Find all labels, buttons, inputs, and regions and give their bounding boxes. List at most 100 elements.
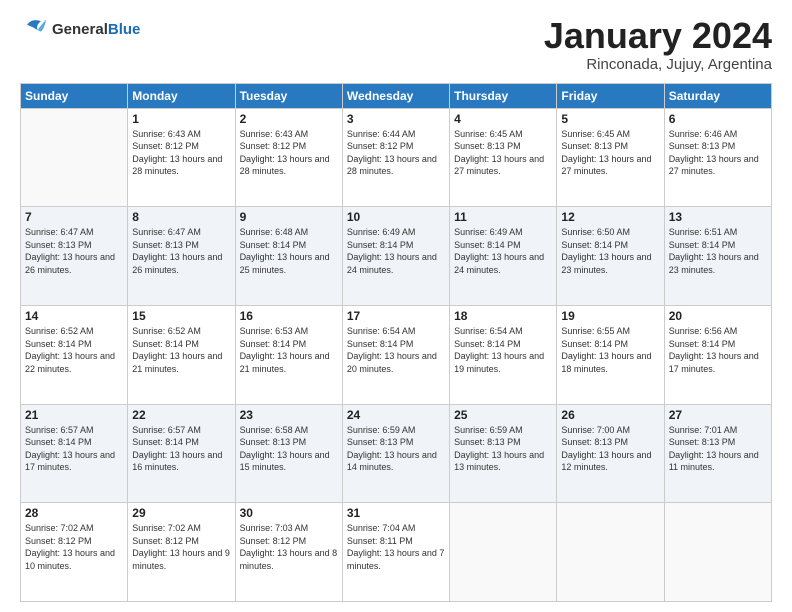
- day-info: Sunrise: 6:51 AM Sunset: 8:14 PM Dayligh…: [669, 226, 767, 276]
- calendar-cell: 10 Sunrise: 6:49 AM Sunset: 8:14 PM Dayli…: [342, 207, 449, 306]
- day-number: 24: [347, 408, 445, 422]
- day-number: 29: [132, 506, 230, 520]
- week-row-1: 1 Sunrise: 6:43 AM Sunset: 8:12 PM Daylig…: [21, 108, 772, 207]
- weekday-header-saturday: Saturday: [664, 83, 771, 108]
- weekday-header-tuesday: Tuesday: [235, 83, 342, 108]
- day-info: Sunrise: 6:52 AM Sunset: 8:14 PM Dayligh…: [25, 325, 123, 375]
- header: GeneralBlue January 2024 Rinconada, Juju…: [20, 16, 772, 73]
- calendar-cell: 2Sunrise: 6:43 AM Sunset: 8:12 PM Daylig…: [235, 108, 342, 207]
- calendar-cell: 14 Sunrise: 6:52 AM Sunset: 8:14 PM Dayli…: [21, 305, 128, 404]
- calendar-cell: 22 Sunrise: 6:57 AM Sunset: 8:14 PM Dayli…: [128, 404, 235, 503]
- calendar-cell: 8 Sunrise: 6:47 AM Sunset: 8:13 PM Daylig…: [128, 207, 235, 306]
- day-info: Sunrise: 6:59 AM Sunset: 8:13 PM Dayligh…: [454, 424, 552, 474]
- day-info: Sunrise: 6:53 AM Sunset: 8:14 PM Dayligh…: [240, 325, 338, 375]
- day-number: 16: [240, 309, 338, 323]
- calendar-cell: 29 Sunrise: 7:02 AM Sunset: 8:12 PM Dayli…: [128, 503, 235, 602]
- day-number: 22: [132, 408, 230, 422]
- calendar-cell: 20Sunrise: 6:56 AM Sunset: 8:14 PM Dayli…: [664, 305, 771, 404]
- day-number: 8: [132, 210, 230, 224]
- week-row-5: 28Sunrise: 7:02 AM Sunset: 8:12 PM Dayli…: [21, 503, 772, 602]
- calendar-cell: 9Sunrise: 6:48 AM Sunset: 8:14 PM Daylig…: [235, 207, 342, 306]
- day-number: 20: [669, 309, 767, 323]
- day-info: Sunrise: 6:45 AM Sunset: 8:13 PM Dayligh…: [454, 128, 552, 178]
- day-number: 9: [240, 210, 338, 224]
- day-number: 6: [669, 112, 767, 126]
- day-info: Sunrise: 7:00 AM Sunset: 8:13 PM Dayligh…: [561, 424, 659, 474]
- title-block: January 2024 Rinconada, Jujuy, Argentina: [544, 16, 772, 73]
- calendar-cell: 21Sunrise: 6:57 AM Sunset: 8:14 PM Dayli…: [21, 404, 128, 503]
- logo: GeneralBlue: [20, 16, 140, 44]
- day-info: Sunrise: 7:02 AM Sunset: 8:12 PM Dayligh…: [25, 522, 123, 572]
- day-info: Sunrise: 6:50 AM Sunset: 8:14 PM Dayligh…: [561, 226, 659, 276]
- day-info: Sunrise: 6:45 AM Sunset: 8:13 PM Dayligh…: [561, 128, 659, 178]
- calendar-cell: 25 Sunrise: 6:59 AM Sunset: 8:13 PM Dayli…: [450, 404, 557, 503]
- day-number: 1: [132, 112, 230, 126]
- calendar-cell: 18Sunrise: 6:54 AM Sunset: 8:14 PM Dayli…: [450, 305, 557, 404]
- calendar-cell: [664, 503, 771, 602]
- calendar-cell: 16 Sunrise: 6:53 AM Sunset: 8:14 PM Dayli…: [235, 305, 342, 404]
- calendar-cell: 24 Sunrise: 6:59 AM Sunset: 8:13 PM Dayli…: [342, 404, 449, 503]
- location-subtitle: Rinconada, Jujuy, Argentina: [544, 56, 772, 73]
- day-info: Sunrise: 6:54 AM Sunset: 8:14 PM Dayligh…: [347, 325, 445, 375]
- day-info: Sunrise: 6:52 AM Sunset: 8:14 PM Dayligh…: [132, 325, 230, 375]
- day-info: Sunrise: 6:58 AM Sunset: 8:13 PM Dayligh…: [240, 424, 338, 474]
- calendar-cell: 11Sunrise: 6:49 AM Sunset: 8:14 PM Dayli…: [450, 207, 557, 306]
- day-info: Sunrise: 6:59 AM Sunset: 8:13 PM Dayligh…: [347, 424, 445, 474]
- calendar-cell: 30 Sunrise: 7:03 AM Sunset: 8:12 PM Dayli…: [235, 503, 342, 602]
- day-info: Sunrise: 6:49 AM Sunset: 8:14 PM Dayligh…: [347, 226, 445, 276]
- day-number: 27: [669, 408, 767, 422]
- day-info: Sunrise: 6:49 AM Sunset: 8:14 PM Dayligh…: [454, 226, 552, 276]
- day-number: 17: [347, 309, 445, 323]
- calendar-cell: 15 Sunrise: 6:52 AM Sunset: 8:14 PM Dayli…: [128, 305, 235, 404]
- calendar-cell: [21, 108, 128, 207]
- day-number: 4: [454, 112, 552, 126]
- calendar-cell: 26Sunrise: 7:00 AM Sunset: 8:13 PM Dayli…: [557, 404, 664, 503]
- week-row-2: 7 Sunrise: 6:47 AM Sunset: 8:13 PM Daylig…: [21, 207, 772, 306]
- day-number: 25: [454, 408, 552, 422]
- calendar-cell: 1 Sunrise: 6:43 AM Sunset: 8:12 PM Daylig…: [128, 108, 235, 207]
- day-info: Sunrise: 6:57 AM Sunset: 8:14 PM Dayligh…: [25, 424, 123, 474]
- day-number: 31: [347, 506, 445, 520]
- day-number: 7: [25, 210, 123, 224]
- calendar-cell: 12 Sunrise: 6:50 AM Sunset: 8:14 PM Dayli…: [557, 207, 664, 306]
- week-row-4: 21Sunrise: 6:57 AM Sunset: 8:14 PM Dayli…: [21, 404, 772, 503]
- day-info: Sunrise: 6:47 AM Sunset: 8:13 PM Dayligh…: [132, 226, 230, 276]
- day-info: Sunrise: 6:57 AM Sunset: 8:14 PM Dayligh…: [132, 424, 230, 474]
- logo-text: GeneralBlue: [52, 22, 140, 39]
- month-title: January 2024: [544, 16, 772, 56]
- logo-general: General: [52, 21, 108, 38]
- day-info: Sunrise: 7:03 AM Sunset: 8:12 PM Dayligh…: [240, 522, 338, 572]
- day-info: Sunrise: 7:04 AM Sunset: 8:11 PM Dayligh…: [347, 522, 445, 572]
- day-number: 10: [347, 210, 445, 224]
- weekday-header-sunday: Sunday: [21, 83, 128, 108]
- day-number: 13: [669, 210, 767, 224]
- day-info: Sunrise: 6:55 AM Sunset: 8:14 PM Dayligh…: [561, 325, 659, 375]
- day-info: Sunrise: 6:43 AM Sunset: 8:12 PM Dayligh…: [132, 128, 230, 178]
- calendar-cell: 5 Sunrise: 6:45 AM Sunset: 8:13 PM Daylig…: [557, 108, 664, 207]
- calendar-cell: 3Sunrise: 6:44 AM Sunset: 8:12 PM Daylig…: [342, 108, 449, 207]
- day-number: 30: [240, 506, 338, 520]
- day-number: 5: [561, 112, 659, 126]
- day-info: Sunrise: 6:43 AM Sunset: 8:12 PM Dayligh…: [240, 128, 338, 178]
- day-info: Sunrise: 7:01 AM Sunset: 8:13 PM Dayligh…: [669, 424, 767, 474]
- page: GeneralBlue January 2024 Rinconada, Juju…: [0, 0, 792, 612]
- day-number: 14: [25, 309, 123, 323]
- logo-blue: Blue: [108, 21, 141, 38]
- day-info: Sunrise: 7:02 AM Sunset: 8:12 PM Dayligh…: [132, 522, 230, 572]
- day-number: 15: [132, 309, 230, 323]
- weekday-header-row: SundayMondayTuesdayWednesdayThursdayFrid…: [21, 83, 772, 108]
- calendar-cell: [450, 503, 557, 602]
- day-info: Sunrise: 6:54 AM Sunset: 8:14 PM Dayligh…: [454, 325, 552, 375]
- weekday-header-wednesday: Wednesday: [342, 83, 449, 108]
- weekday-header-monday: Monday: [128, 83, 235, 108]
- calendar-cell: 17 Sunrise: 6:54 AM Sunset: 8:14 PM Dayli…: [342, 305, 449, 404]
- calendar-cell: 4 Sunrise: 6:45 AM Sunset: 8:13 PM Daylig…: [450, 108, 557, 207]
- day-info: Sunrise: 6:47 AM Sunset: 8:13 PM Dayligh…: [25, 226, 123, 276]
- calendar-cell: 23 Sunrise: 6:58 AM Sunset: 8:13 PM Dayli…: [235, 404, 342, 503]
- calendar-cell: 28Sunrise: 7:02 AM Sunset: 8:12 PM Dayli…: [21, 503, 128, 602]
- day-number: 12: [561, 210, 659, 224]
- calendar-cell: 13 Sunrise: 6:51 AM Sunset: 8:14 PM Dayli…: [664, 207, 771, 306]
- day-number: 23: [240, 408, 338, 422]
- weekday-header-thursday: Thursday: [450, 83, 557, 108]
- day-number: 3: [347, 112, 445, 126]
